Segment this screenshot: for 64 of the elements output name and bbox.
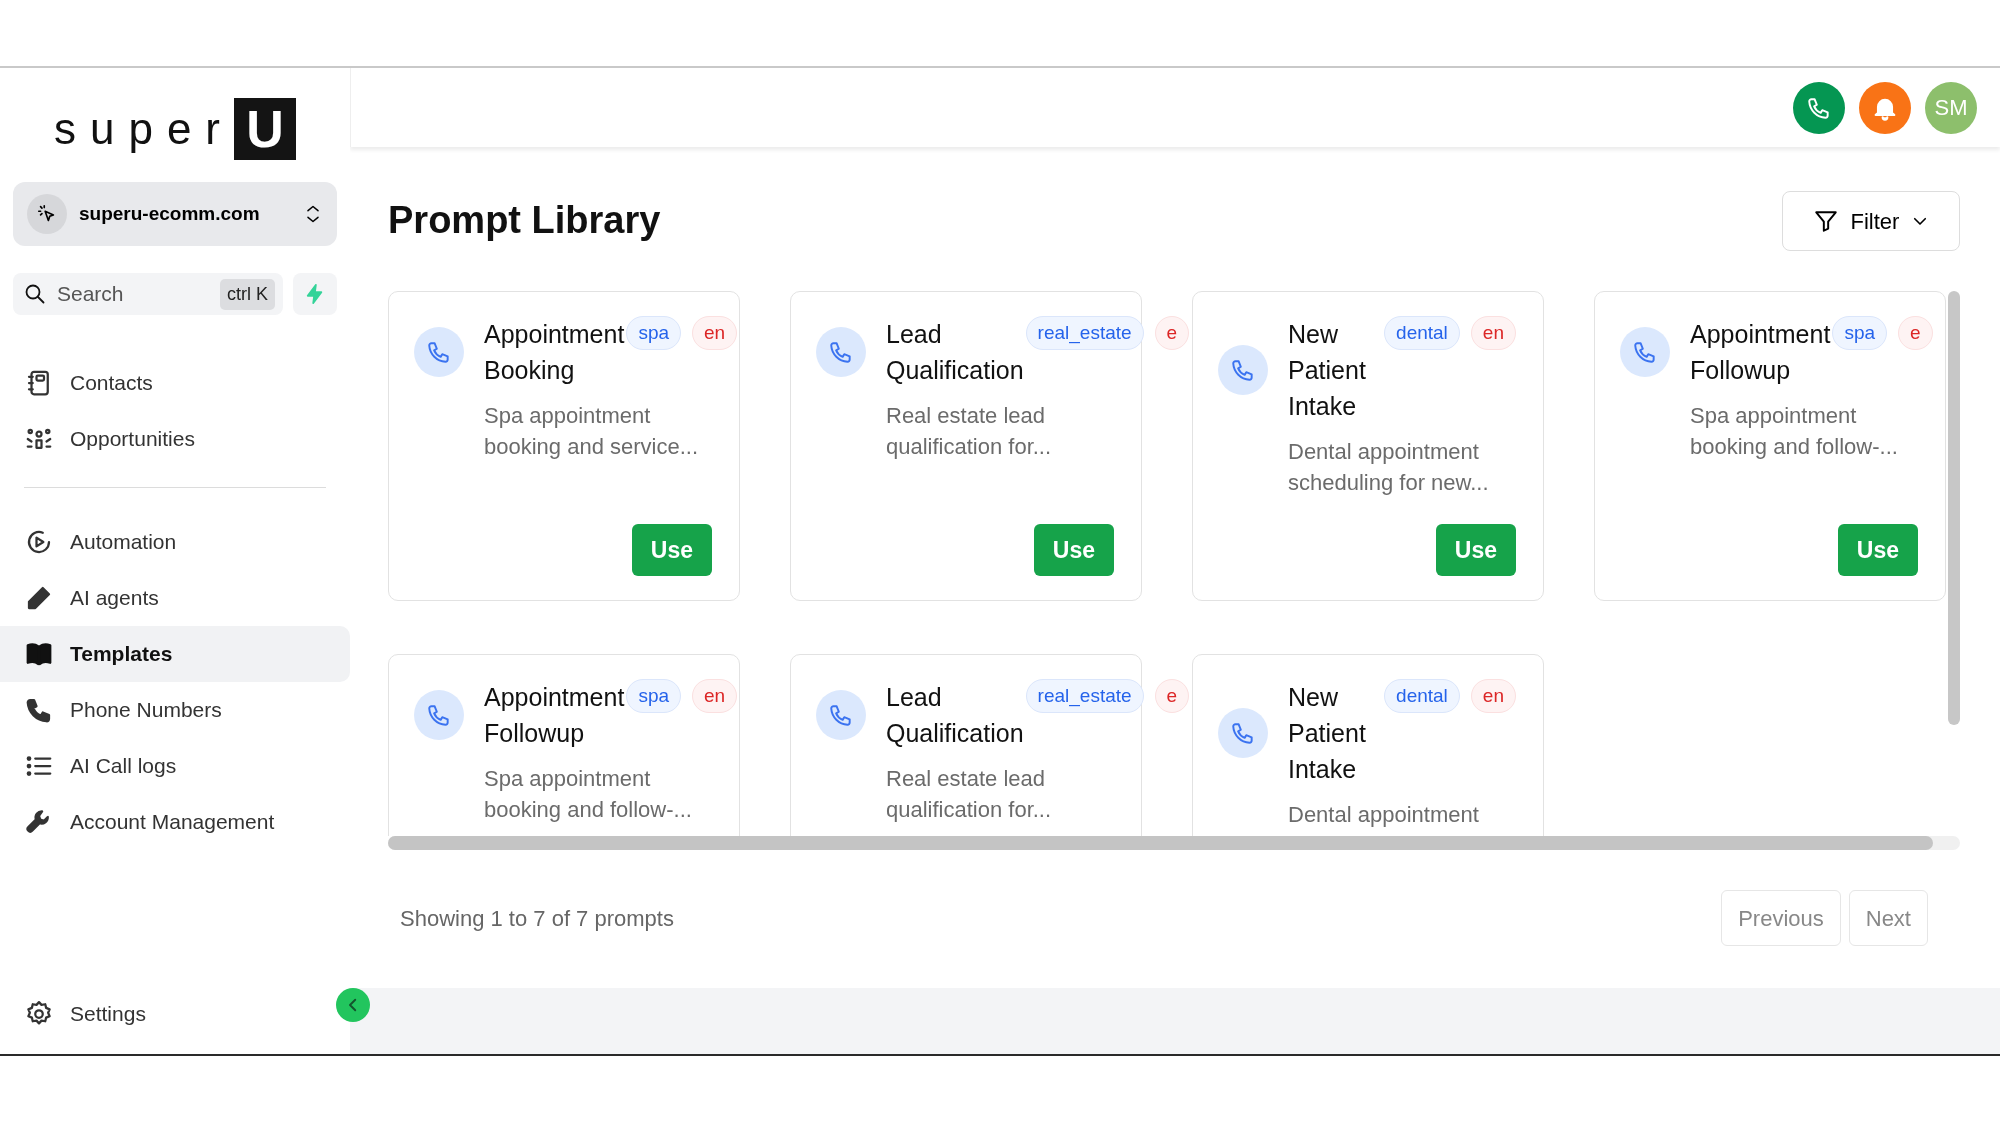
- sidebar-item[interactable]: Opportunities: [0, 411, 350, 467]
- tag: en: [692, 679, 738, 713]
- search-input[interactable]: Search: [55, 277, 212, 311]
- tag: spa: [626, 316, 681, 350]
- phone-icon: [1230, 720, 1256, 746]
- card-title: New Patient Intake: [1288, 319, 1367, 422]
- tag: dental: [1384, 316, 1460, 350]
- shortcut-key: ctrl K: [220, 278, 275, 310]
- logo-text: super: [53, 103, 235, 155]
- workspace-name: superu-ecomm.com: [79, 201, 261, 226]
- card-title: Appointment Booking: [484, 319, 625, 386]
- sidebar-item[interactable]: AI Call logs: [0, 738, 350, 794]
- card-description: Spa appointment booking and service...: [484, 402, 700, 461]
- search-field[interactable]: Search ctrl K: [13, 273, 283, 315]
- call-button[interactable]: [1793, 81, 1845, 134]
- tag: e: [1898, 316, 1933, 350]
- tag: real_estate: [1025, 316, 1144, 350]
- sidebar-item[interactable]: Automation: [0, 514, 350, 570]
- tag: en: [1470, 679, 1516, 713]
- notification-button[interactable]: [1859, 81, 1911, 134]
- search-icon: [23, 282, 47, 306]
- sidebar-item[interactable]: Settings: [0, 986, 166, 1042]
- card-description: Spa appointment booking and follow-...: [1690, 402, 1899, 461]
- card-title: Lead Qualification: [886, 319, 1024, 386]
- logo-mark: U: [234, 98, 297, 160]
- card-description: Dental appointment scheduling for new...: [1288, 438, 1490, 497]
- phone-icon: [1632, 339, 1658, 365]
- phone-icon: [828, 339, 854, 365]
- card-description: Real estate lead qualification for...: [886, 402, 1053, 461]
- card-title: New Patient Intake: [1288, 682, 1367, 785]
- filter-icon: [1812, 208, 1839, 234]
- card-title: Appointment Followup: [484, 682, 625, 749]
- phone-icon: [828, 702, 854, 728]
- tag: en: [1470, 316, 1516, 350]
- tag: spa: [1832, 316, 1887, 350]
- page-title: Prompt Library: [388, 198, 661, 244]
- phone-icon: [1230, 357, 1256, 383]
- scrollbar[interactable]: [1948, 291, 1960, 725]
- tag: spa: [626, 679, 681, 713]
- sidebar-item[interactable]: Contacts: [0, 355, 350, 411]
- workspace-selector[interactable]: superu-ecomm.com: [13, 182, 337, 246]
- card-description: Spa appointment booking and follow-...: [484, 765, 693, 824]
- scrollbar[interactable]: [388, 836, 1933, 850]
- filter-button[interactable]: Filter: [1782, 191, 1960, 251]
- sidebar-item[interactable]: Account Management: [0, 794, 350, 850]
- tag: e: [1154, 316, 1190, 350]
- sidebar-item[interactable]: AI agents: [0, 570, 350, 626]
- phone-icon: [426, 702, 452, 728]
- sidebar-item[interactable]: Templates: [0, 626, 350, 682]
- sidebar-item[interactable]: Phone Numbers: [0, 682, 350, 738]
- card-description: Dental appointment: [1288, 801, 1480, 829]
- tag: dental: [1384, 679, 1460, 713]
- card-title: Appointment Followup: [1690, 319, 1831, 386]
- pagination-button[interactable]: Previous: [1721, 890, 1841, 946]
- pagination-button[interactable]: Next: [1848, 890, 1928, 946]
- pagination-summary: Showing 1 to 7 of 7 prompts: [400, 904, 674, 933]
- tag: e: [1154, 679, 1190, 713]
- tag: en: [692, 316, 738, 350]
- card-title: Lead Qualification: [886, 682, 1024, 749]
- bolt-button[interactable]: [293, 273, 337, 315]
- collapse-button[interactable]: [336, 988, 370, 1022]
- tag: real_estate: [1025, 679, 1144, 713]
- card-description: Real estate lead qualification for...: [886, 765, 1053, 824]
- phone-icon: [426, 339, 452, 365]
